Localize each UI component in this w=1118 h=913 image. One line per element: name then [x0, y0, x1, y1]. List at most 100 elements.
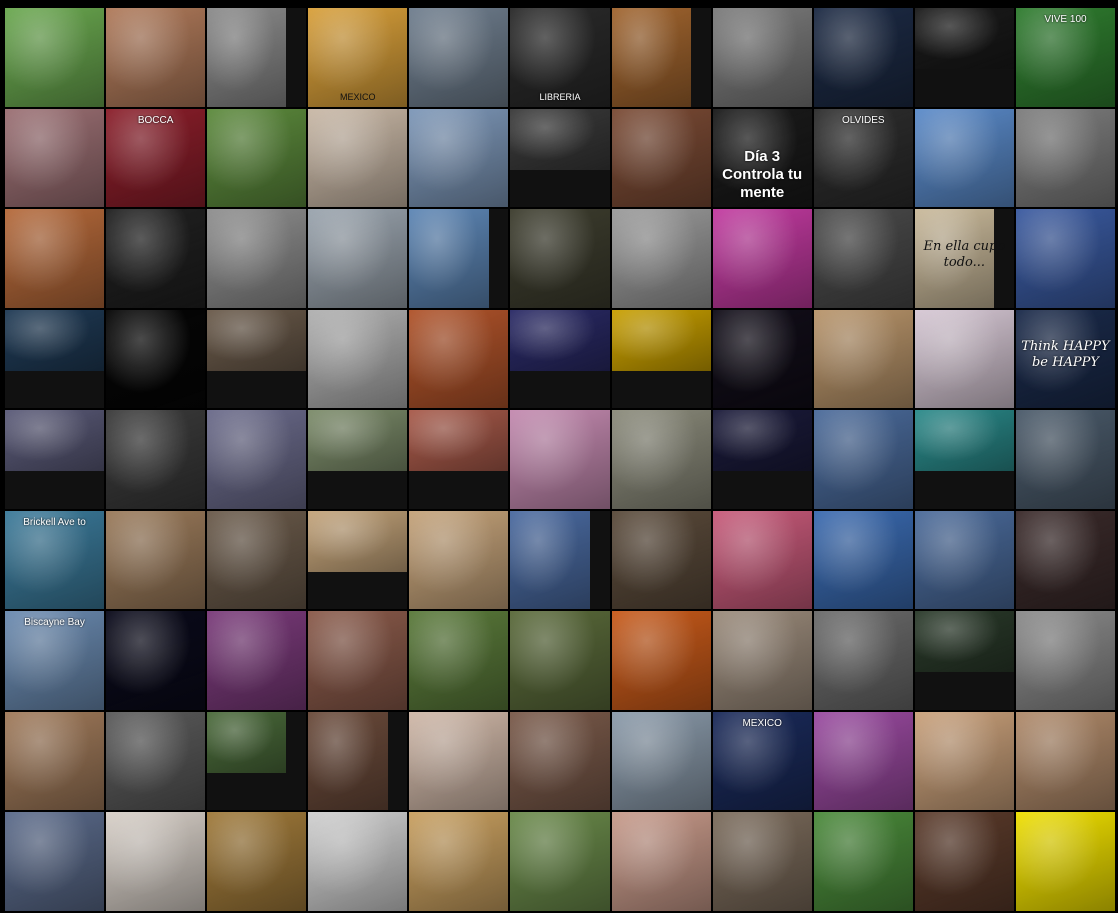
photo-tile[interactable] — [106, 711, 206, 811]
photo-tile[interactable] — [5, 108, 105, 208]
photo-tile[interactable] — [1015, 711, 1115, 811]
photo-tile[interactable]: BOCCA — [106, 108, 206, 208]
photo-tile[interactable] — [914, 8, 1014, 107]
photo-tile[interactable]: En ella cupo todo... — [914, 209, 1014, 308]
photo-tile[interactable] — [813, 8, 913, 107]
photo-tile[interactable] — [409, 812, 509, 911]
photo-tile[interactable] — [5, 309, 105, 409]
photo-tile[interactable]: Think HAPPY be HAPPY — [1015, 309, 1115, 409]
photo-tile[interactable] — [5, 8, 105, 107]
photo-tile[interactable]: Brickell Ave to — [5, 510, 105, 610]
photo-tile[interactable] — [5, 209, 105, 308]
photo-tile[interactable] — [106, 309, 206, 409]
photo-tile[interactable] — [409, 410, 509, 509]
photo-tile[interactable] — [712, 812, 812, 911]
photo-tile[interactable] — [308, 812, 408, 911]
photo-tile[interactable] — [106, 510, 206, 610]
photo-tile[interactable] — [510, 209, 610, 308]
photo-tile[interactable] — [510, 410, 610, 509]
photo-tile[interactable] — [207, 209, 307, 308]
photo-tile[interactable] — [308, 410, 408, 509]
photo-tile[interactable] — [611, 510, 711, 610]
photo-tile[interactable] — [308, 309, 408, 409]
photo-tile[interactable] — [308, 108, 408, 208]
photo-tile[interactable]: OLVIDES — [813, 108, 913, 208]
photo-tile[interactable] — [914, 711, 1014, 811]
photo-tile[interactable] — [106, 8, 206, 107]
photo-tile[interactable] — [914, 309, 1014, 409]
photo-tile[interactable] — [207, 611, 307, 710]
photo-tile[interactable] — [5, 812, 105, 911]
photo-tile[interactable] — [712, 510, 812, 610]
photo-tile[interactable] — [207, 108, 307, 208]
photo-tile[interactable] — [611, 812, 711, 911]
photo-tile[interactable] — [914, 410, 1014, 509]
photo-tile[interactable] — [207, 8, 307, 107]
photo-tile[interactable] — [207, 510, 307, 610]
photo-tile[interactable] — [611, 108, 711, 208]
photo-tile[interactable] — [813, 611, 913, 710]
photo-tile[interactable] — [611, 711, 711, 811]
photo-tile[interactable] — [5, 711, 105, 811]
photo-tile[interactable] — [611, 611, 711, 710]
photo-tile[interactable] — [409, 510, 509, 610]
photo-tile[interactable]: VIVE 100 — [1015, 8, 1115, 107]
photo-tile[interactable] — [813, 711, 913, 811]
photo-tile[interactable] — [207, 711, 307, 811]
photo-tile[interactable] — [207, 410, 307, 509]
photo-tile[interactable] — [409, 8, 509, 107]
photo-tile[interactable]: LIBRERIA — [510, 8, 610, 107]
photo-tile[interactable] — [813, 410, 913, 509]
photo-tile[interactable] — [712, 410, 812, 509]
photo-tile[interactable] — [106, 209, 206, 308]
photo-tile[interactable] — [611, 309, 711, 409]
photo-tile[interactable] — [712, 209, 812, 308]
photo-tile[interactable]: Biscayne Bay — [5, 611, 105, 710]
photo-tile[interactable] — [813, 812, 913, 911]
photo-tile[interactable] — [813, 309, 913, 409]
photo-tile[interactable] — [611, 209, 711, 308]
photo-tile[interactable] — [308, 510, 408, 610]
photo-image — [611, 410, 711, 509]
photo-tile[interactable] — [1015, 410, 1115, 509]
photo-tile[interactable] — [409, 209, 509, 308]
photo-tile[interactable] — [308, 209, 408, 308]
photo-tile[interactable] — [510, 108, 610, 208]
photo-tile[interactable] — [611, 410, 711, 509]
photo-tile[interactable] — [106, 812, 206, 911]
photo-tile[interactable] — [510, 309, 610, 409]
photo-tile[interactable] — [712, 611, 812, 710]
photo-tile[interactable] — [813, 510, 913, 610]
photo-tile[interactable] — [409, 611, 509, 710]
photo-tile[interactable] — [1015, 108, 1115, 208]
photo-tile[interactable] — [712, 309, 812, 409]
photo-tile[interactable] — [308, 711, 408, 811]
photo-tile[interactable] — [914, 812, 1014, 911]
photo-tile[interactable] — [1015, 209, 1115, 308]
photo-tile[interactable] — [813, 209, 913, 308]
photo-tile[interactable] — [611, 8, 711, 107]
photo-tile[interactable] — [409, 108, 509, 208]
photo-tile[interactable]: Día 3 Controla tu mente — [712, 108, 812, 208]
photo-tile[interactable] — [5, 410, 105, 509]
photo-tile[interactable] — [1015, 611, 1115, 710]
photo-tile[interactable] — [207, 309, 307, 409]
photo-tile[interactable] — [510, 510, 610, 610]
photo-tile[interactable] — [510, 812, 610, 911]
photo-tile[interactable] — [1015, 812, 1115, 911]
photo-tile[interactable] — [106, 410, 206, 509]
photo-tile[interactable] — [207, 812, 307, 911]
photo-tile[interactable] — [106, 611, 206, 710]
photo-tile[interactable] — [308, 611, 408, 710]
photo-tile[interactable] — [914, 108, 1014, 208]
photo-tile[interactable] — [510, 711, 610, 811]
photo-tile[interactable] — [914, 611, 1014, 710]
photo-tile[interactable] — [510, 611, 610, 710]
photo-tile[interactable]: MEXICO — [712, 711, 812, 811]
photo-tile[interactable] — [712, 8, 812, 107]
photo-tile[interactable]: MEXICO — [308, 8, 408, 107]
photo-tile[interactable] — [409, 309, 509, 409]
photo-tile[interactable] — [409, 711, 509, 811]
photo-tile[interactable] — [914, 510, 1014, 610]
photo-tile[interactable] — [1015, 510, 1115, 610]
